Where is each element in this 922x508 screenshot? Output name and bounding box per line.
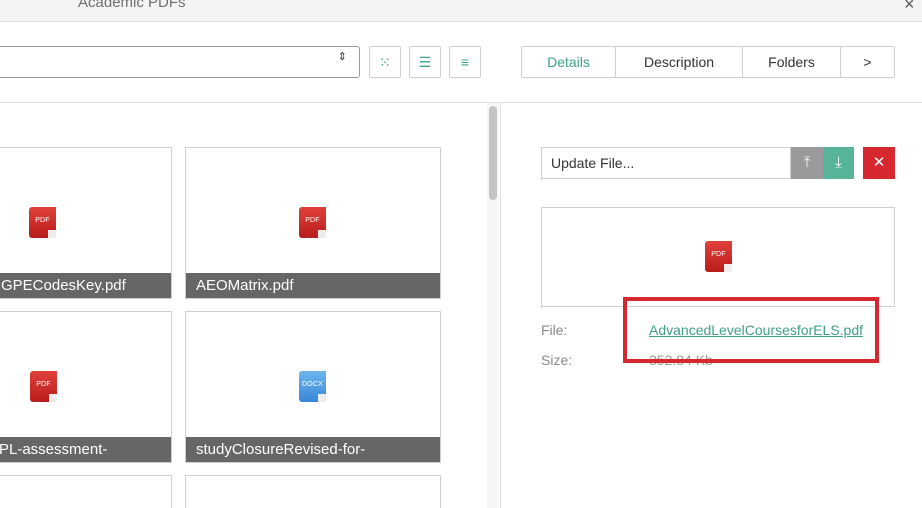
compact-list-button[interactable]: ≡: [449, 46, 481, 78]
download-icon: ⤓: [835, 154, 842, 171]
file-tile[interactable]: PDF AEOMatrix.pdf: [185, 147, 441, 299]
list-view-button[interactable]: ☰: [409, 46, 441, 78]
folder-select[interactable]: ⇕: [0, 46, 360, 78]
delete-icon: ✕: [872, 154, 886, 171]
pdf-file-icon: PDF: [299, 207, 326, 238]
title-bar: Academic PDFs ×: [0, 0, 922, 22]
size-label: Size:: [541, 352, 573, 368]
compact-list-icon: ≡: [460, 54, 470, 70]
tab-description[interactable]: Description: [616, 47, 743, 77]
tab-more[interactable]: >: [841, 47, 894, 77]
window-title: Academic PDFs: [78, 0, 186, 11]
file-preview: PDF: [541, 207, 895, 307]
file-tile[interactable]: PDF PL-assessment-: [0, 311, 172, 463]
file-tile[interactable]: [185, 475, 441, 508]
scrollbar-thumb[interactable]: [489, 106, 497, 200]
grid-view-button[interactable]: ⁙: [369, 46, 401, 78]
docx-file-icon: DOCX: [299, 371, 326, 402]
file-tile[interactable]: PDF GPECodesKey.pdf: [0, 147, 172, 299]
list-view-icon: ☰: [418, 54, 432, 70]
pdf-file-icon: PDF: [29, 207, 56, 238]
upload-icon: ⤒: [803, 154, 811, 171]
file-tile-caption: PL-assessment-: [0, 437, 171, 462]
file-tile-caption: AEOMatrix.pdf: [186, 273, 440, 298]
download-button[interactable]: ⤓: [823, 147, 854, 179]
close-icon[interactable]: ×: [904, 0, 915, 15]
file-manager: Academic PDFs × ⇕ ⁙ ☰ ≡ Details Descript…: [0, 0, 922, 508]
pdf-file-icon: PDF: [30, 371, 57, 402]
toolbar-divider: [0, 102, 922, 103]
update-file-input[interactable]: Update File...: [541, 147, 791, 179]
detail-tabs: Details Description Folders >: [521, 46, 895, 78]
file-tile-caption: studyClosureRevised-for-: [186, 437, 440, 462]
delete-button[interactable]: ✕: [863, 147, 895, 179]
file-tile[interactable]: DOCX studyClosureRevised-for-: [185, 311, 441, 463]
panel-divider: [500, 103, 501, 508]
tab-details[interactable]: Details: [522, 47, 616, 77]
file-tile[interactable]: [0, 475, 172, 508]
file-label: File:: [541, 322, 568, 338]
pdf-file-icon: PDF: [705, 241, 732, 272]
upload-button[interactable]: ⤒: [791, 147, 823, 179]
file-tile-caption: GPECodesKey.pdf: [0, 273, 171, 298]
select-arrows-icon: ⇕: [337, 51, 347, 63]
grid-view-icon: ⁙: [379, 54, 391, 70]
highlight-box: [623, 297, 879, 363]
tab-folders[interactable]: Folders: [743, 47, 841, 77]
